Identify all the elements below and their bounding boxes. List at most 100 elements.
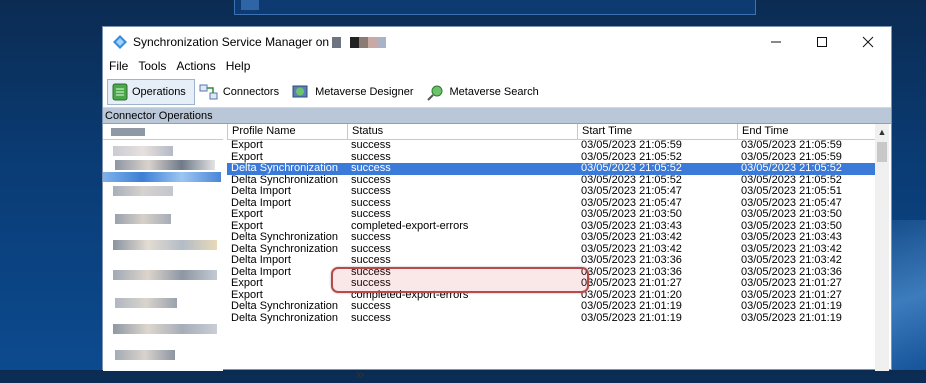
- operations-pane: Profile Name Status Start Time End Time …: [103, 124, 891, 371]
- cell-profile-name: Delta Import: [231, 186, 291, 197]
- maximize-button[interactable]: [799, 27, 845, 57]
- table-row[interactable]: Delta Synchronization success 03/05/2023 2…: [227, 163, 879, 175]
- cell-status: success: [351, 255, 391, 266]
- table-row[interactable]: Delta Import success 03/05/2023 21:03:36 03…: [227, 255, 879, 267]
- metaverse-designer-button[interactable]: Metaverse Designer: [287, 79, 421, 105]
- cell-start-time: 03/05/2023 21:01:20: [581, 289, 682, 301]
- metaverse-designer-icon: [292, 85, 308, 98]
- title-bar[interactable]: Synchronization Service Manager on: [103, 27, 891, 57]
- redacted-connector-name: [113, 270, 217, 280]
- cell-status: success: [351, 312, 391, 324]
- table-row[interactable]: Delta Synchronization success 03/05/2023 2…: [227, 244, 879, 256]
- table-body: Export success 03/05/2023 21:05:59 03/05/20…: [227, 140, 879, 324]
- cell-end-time: 03/05/2023 21:03:42: [741, 255, 842, 266]
- cell-status: success: [351, 186, 391, 197]
- cell-status: success: [351, 163, 391, 174]
- cell-start-time: 03/05/2023 21:05:52: [581, 163, 682, 174]
- cell-profile-name: Delta Import: [231, 197, 291, 209]
- redacted-connector-name: [113, 146, 173, 156]
- operations-button[interactable]: Operations: [107, 79, 195, 105]
- metaverse-designer-label: Metaverse Designer: [315, 86, 414, 98]
- redacted-column-header: [103, 124, 223, 140]
- maximize-icon: [817, 37, 827, 47]
- col-start-time[interactable]: Start Time: [577, 124, 737, 139]
- table-row[interactable]: Delta Import success 03/05/2023 21:05:47 03…: [227, 186, 879, 198]
- cell-status: success: [351, 174, 391, 186]
- minimize-button[interactable]: [753, 27, 799, 57]
- connectors-button[interactable]: Connectors: [195, 79, 287, 105]
- cell-start-time: 03/05/2023 21:03:43: [581, 220, 682, 232]
- close-icon: [862, 36, 874, 48]
- cell-end-time: 03/05/2023 21:01:27: [741, 289, 842, 301]
- metaverse-search-button[interactable]: Metaverse Search: [422, 79, 547, 105]
- metaverse-search-icon: [426, 85, 443, 101]
- cell-status: success: [351, 151, 391, 163]
- col-status[interactable]: Status: [347, 124, 577, 139]
- cell-start-time: 03/05/2023 21:01:27: [581, 278, 682, 289]
- cell-end-time: 03/05/2023 21:05:59: [741, 151, 842, 163]
- app-icon: [113, 35, 127, 49]
- redacted-server-name: [332, 36, 387, 48]
- metaverse-search-label: Metaverse Search: [449, 86, 539, 98]
- table-header: Profile Name Status Start Time End Time: [227, 124, 879, 140]
- cell-start-time: 03/05/2023 21:03:36: [581, 266, 682, 278]
- cell-profile-name: Delta Synchronization: [231, 301, 339, 312]
- menu-file[interactable]: File: [103, 59, 133, 73]
- table-row[interactable]: Export success 03/05/2023 21:05:52 03/05/20…: [227, 152, 879, 164]
- sync-service-manager-window: Synchronization Service Manager on File …: [102, 26, 892, 383]
- close-button[interactable]: [845, 27, 891, 57]
- table-row[interactable]: Delta Synchronization success 03/05/2023 2…: [227, 301, 879, 313]
- window-title: Synchronization Service Manager on: [133, 35, 330, 49]
- col-end-time[interactable]: End Time: [737, 124, 879, 139]
- col-profile-name[interactable]: Profile Name: [227, 124, 347, 139]
- cell-profile-name: Delta Synchronization: [231, 243, 339, 255]
- cell-profile-name: Delta Synchronization: [231, 174, 339, 186]
- redacted-connector-name: [103, 172, 221, 182]
- toolbar: Operations Connectors Metaverse Designer…: [103, 77, 891, 108]
- cell-profile-name: Export: [231, 220, 263, 232]
- cell-end-time: 03/05/2023 21:05:47: [741, 197, 842, 209]
- cell-profile-name: Delta Import: [231, 255, 291, 266]
- cell-status: completed-export-errors: [351, 220, 469, 232]
- cell-profile-name: Delta Synchronization: [231, 232, 339, 243]
- cell-end-time: 03/05/2023 21:01:19: [741, 301, 842, 312]
- cell-start-time: 03/05/2023 21:05:47: [581, 197, 682, 209]
- cell-status: success: [351, 197, 391, 209]
- redacted-connector-name: [115, 214, 171, 224]
- cell-end-time: 03/05/2023 21:05:51: [741, 186, 842, 197]
- cell-start-time: 03/05/2023 21:05:52: [581, 174, 682, 186]
- scroll-up-icon[interactable]: ▲: [875, 124, 889, 140]
- redacted-connector-name: [113, 186, 173, 196]
- cell-start-time: 03/05/2023 21:03:50: [581, 209, 682, 220]
- background-taskbar-tab: [234, 0, 756, 15]
- cell-profile-name: Export: [231, 140, 263, 151]
- table-row[interactable]: Export success 03/05/2023 21:05:59 03/05/20…: [227, 140, 879, 152]
- table-row[interactable]: Delta Synchronization success 03/05/2023 2…: [227, 313, 879, 325]
- cell-start-time: 03/05/2023 21:05:47: [581, 186, 682, 197]
- cell-profile-name: Export: [231, 151, 263, 163]
- menu-help[interactable]: Help: [221, 59, 256, 73]
- redacted-connector-name: [115, 350, 175, 360]
- menu-actions[interactable]: Actions: [171, 59, 220, 73]
- cell-end-time: 03/05/2023 21:05:52: [741, 174, 842, 186]
- cell-profile-name: Delta Import: [231, 266, 291, 278]
- cell-profile-name: Delta Synchronization: [231, 312, 339, 324]
- operations-icon: [112, 83, 128, 101]
- table-row[interactable]: Delta Synchronization success 03/05/2023 2…: [227, 232, 879, 244]
- table-row[interactable]: Export success 03/05/2023 21:03:50 03/05/20…: [227, 209, 879, 221]
- table-row[interactable]: Export completed-export-errors 03/05/2023 …: [227, 221, 879, 233]
- cell-end-time: 03/05/2023 21:03:43: [741, 232, 842, 243]
- cell-end-time: 03/05/2023 21:03:36: [741, 266, 842, 278]
- cell-profile-name: Delta Synchronization: [231, 163, 339, 174]
- cell-start-time: 03/05/2023 21:03:42: [581, 232, 682, 243]
- vertical-scrollbar[interactable]: ▲: [875, 124, 889, 371]
- connectors-label: Connectors: [222, 86, 280, 98]
- cell-status: success: [351, 209, 391, 220]
- menu-tools[interactable]: Tools: [133, 59, 171, 73]
- cell-start-time: 03/05/2023 21:01:19: [581, 312, 682, 324]
- table-row[interactable]: Delta Import success 03/05/2023 21:05:47 03…: [227, 198, 879, 210]
- table-row[interactable]: Delta Synchronization success 03/05/2023 2…: [227, 175, 879, 187]
- cell-end-time: 03/05/2023 21:03:50: [741, 209, 842, 220]
- cell-end-time: 03/05/2023 21:03:50: [741, 220, 842, 232]
- scroll-thumb[interactable]: [877, 142, 887, 162]
